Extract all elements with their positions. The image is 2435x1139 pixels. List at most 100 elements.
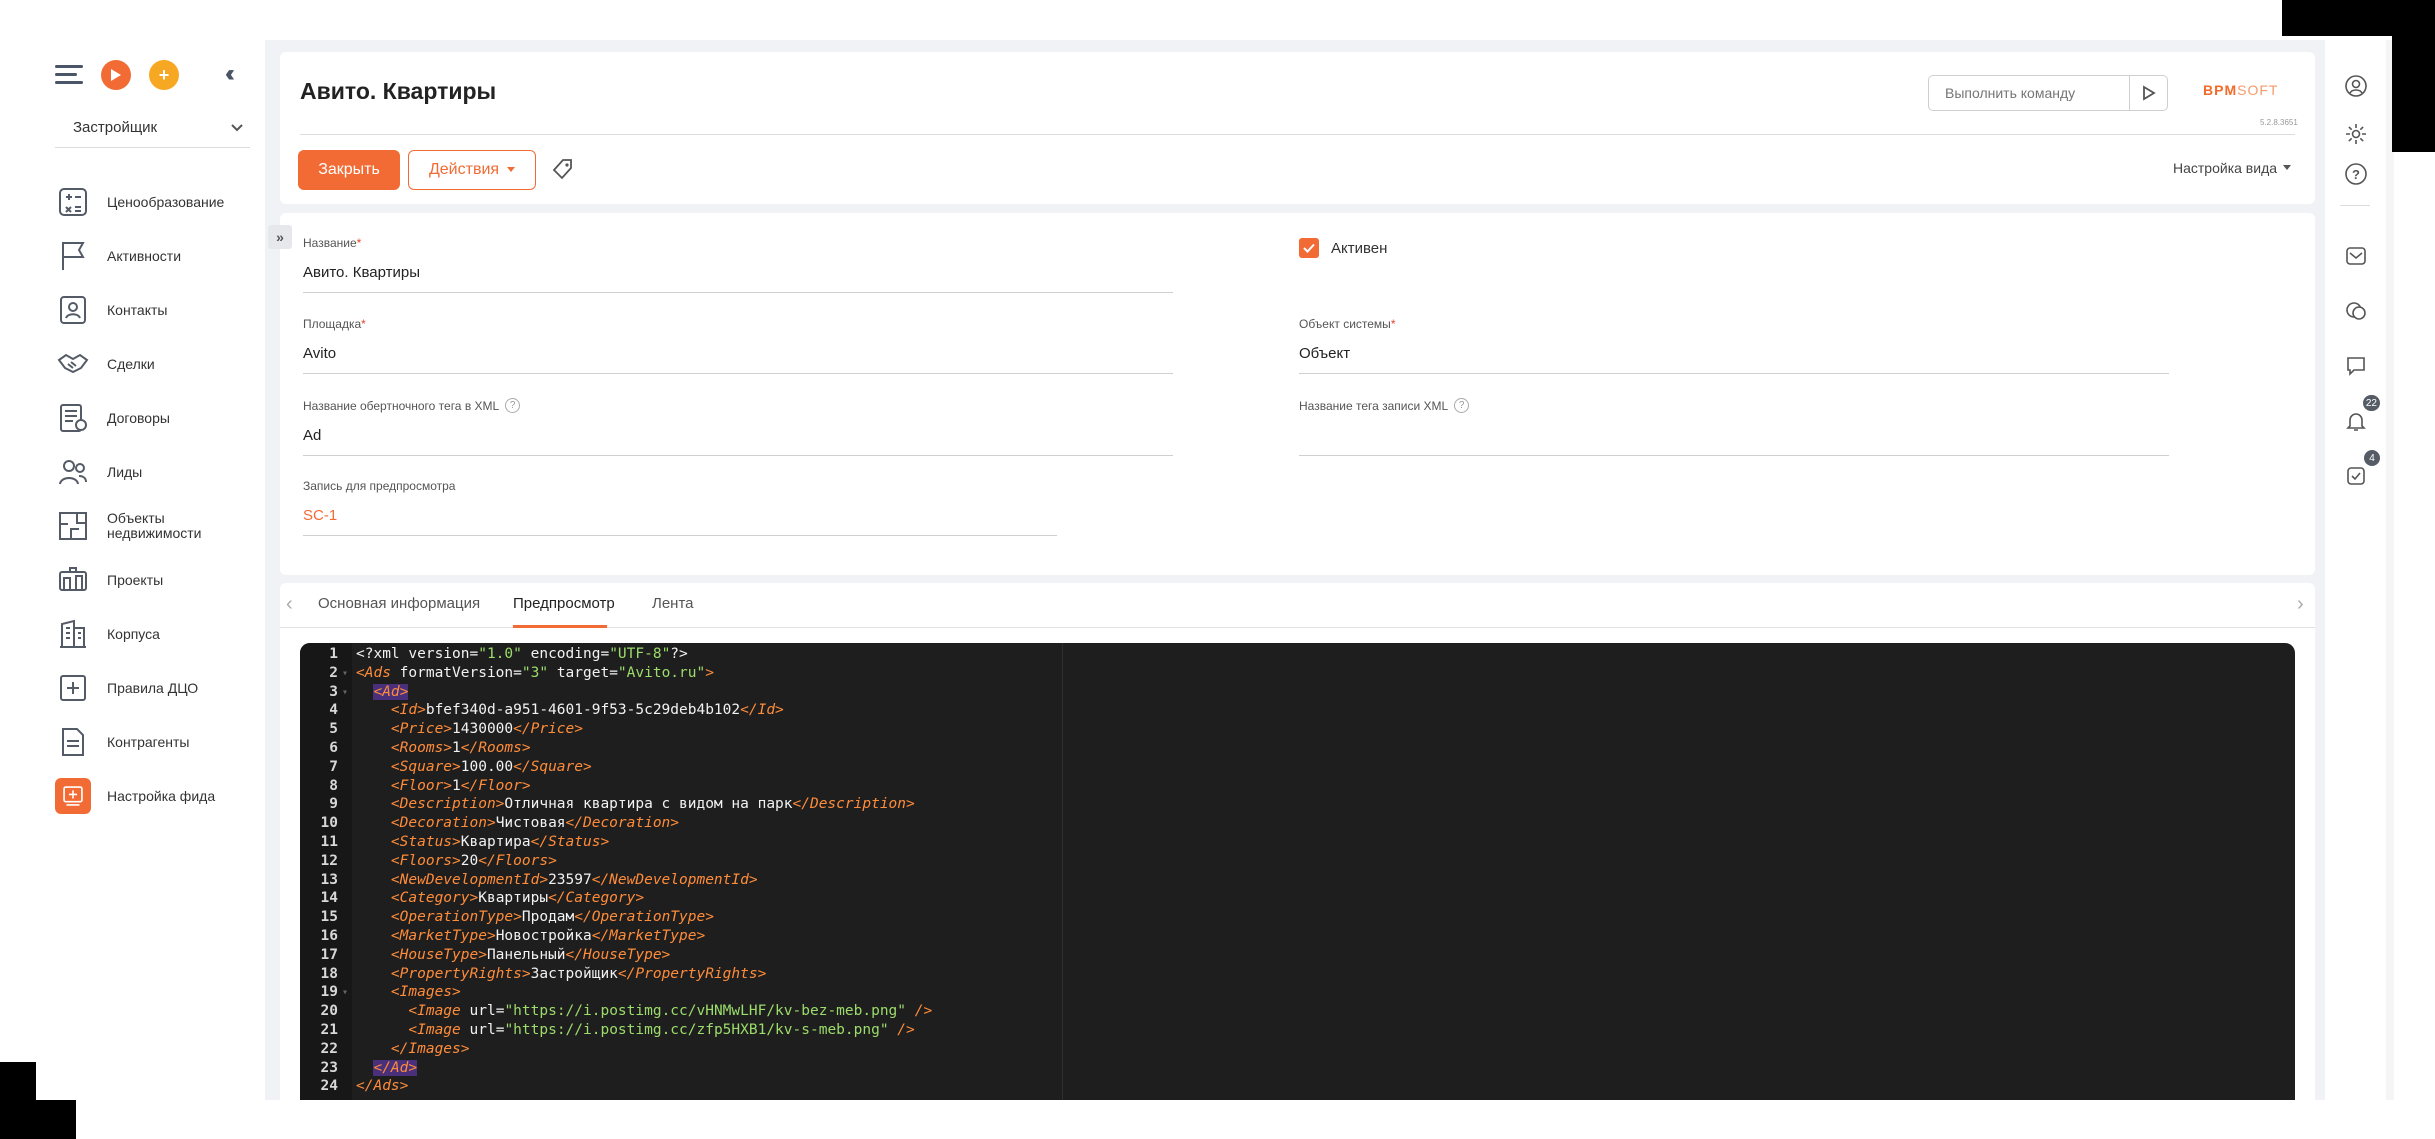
calculator-icon <box>55 184 91 220</box>
rules-icon <box>55 670 91 706</box>
code-line: 9 <Description>Отличная квартира с видом… <box>300 795 2295 814</box>
sidebar-item-projects[interactable]: Проекты <box>55 553 265 607</box>
actions-button[interactable]: Действия <box>408 150 536 190</box>
page-scrollbar[interactable] <box>2386 40 2394 1100</box>
view-settings-button[interactable]: Настройка вида <box>2173 160 2292 176</box>
tasks-icon[interactable]: 4 <box>2340 450 2380 492</box>
code-line: 18 <PropertyRights>Застройщик</PropertyR… <box>300 965 2295 984</box>
code-text: </Images> <box>390 1040 470 1057</box>
expand-panel-icon[interactable]: » <box>268 225 292 249</box>
line-number: 6 <box>329 740 338 756</box>
section-select[interactable]: Застройщик <box>55 108 250 148</box>
preview-record-field[interactable]: Запись для предпросмотра SC-1 <box>303 479 1057 536</box>
xml-preview-editor[interactable]: 1 <?xml version="1.0" encoding="UTF-8"?> 2… <box>300 643 2295 1100</box>
fold-arrow-icon[interactable]: ▾ <box>342 983 348 1002</box>
bell-icon[interactable]: 22 <box>2340 395 2380 437</box>
run-command-button[interactable] <box>2129 76 2167 110</box>
line-number: 12 <box>320 852 338 869</box>
name-field[interactable]: Название * Авито. Квартиры <box>303 236 1173 293</box>
page-title: Авито. Квартиры <box>300 78 497 104</box>
code-line: 17 <HouseType>Панельный</HouseType> <box>300 946 2295 965</box>
profile-icon[interactable] <box>2340 70 2372 102</box>
record-tag-label: Название тега записи XML <box>1299 398 1449 413</box>
app-window: + ‹‹ Застройщик Ценообразование Активнос… <box>0 0 2435 1139</box>
add-icon[interactable]: + <box>149 60 179 90</box>
sidebar-item-label: Настройка фида <box>107 787 216 804</box>
sidebar-item-contracts[interactable]: Договоры <box>55 391 265 445</box>
sidebar-item-label: Сделки <box>107 355 155 372</box>
code-text: <Status>Квартира</Status> <box>390 834 610 850</box>
code-text: <Decoration>Чистовая</Decoration> <box>390 815 680 832</box>
active-label: Активен <box>1331 239 1388 257</box>
version-label: 5.2.8.3651 <box>2260 118 2298 127</box>
code-text: <Description>Отличная квартира с видом н… <box>390 796 915 813</box>
chat-bubbles-icon[interactable] <box>2340 295 2372 327</box>
system-object-field[interactable]: Объект системы * Объект <box>1299 317 2169 374</box>
wrapper-tag-value: Ad <box>303 427 322 444</box>
tasks-badge: 4 <box>2364 450 2380 466</box>
close-button[interactable]: Закрыть <box>298 150 400 190</box>
platform-value: Avito <box>303 345 337 362</box>
sidebar-item-label: Договоры <box>107 409 170 426</box>
code-line: 8 <Floor>1</Floor> <box>300 777 2295 796</box>
checkmark-icon <box>1299 238 1319 258</box>
tab-feed[interactable]: Лента <box>652 595 694 612</box>
feed-settings-icon <box>55 778 91 814</box>
sidebar-item-buildings[interactable]: Корпуса <box>55 607 265 661</box>
fold-arrow-icon[interactable]: ▾ <box>342 683 348 702</box>
sidebar-item-pricing[interactable]: Ценообразование <box>55 175 265 229</box>
code-text: <Floor>1</Floor> <box>390 777 531 794</box>
tag-icon[interactable] <box>552 158 574 180</box>
code-line: 13 <NewDevelopmentId>23597</NewDevelopme… <box>300 871 2295 890</box>
line-number: 2 <box>329 664 338 681</box>
code-text: </Ad> <box>373 1059 418 1076</box>
code-line: 22 </Images> <box>300 1040 2295 1059</box>
code-text: <Id>bfef340d-a951-4601-9f53-5c29deb4b102… <box>390 702 784 719</box>
command-input[interactable] <box>1929 76 2129 110</box>
active-checkbox[interactable]: Активен <box>1299 238 1387 258</box>
sidebar-item-dco-rules[interactable]: Правила ДЦО <box>55 661 265 715</box>
platform-field[interactable]: Площадка * Avito <box>303 317 1173 374</box>
record-tag-field[interactable]: Название тега записи XML? <box>1299 398 2169 456</box>
view-settings-label: Настройка вида <box>2173 160 2278 176</box>
preview-record-link[interactable]: SC-1 <box>303 507 1057 527</box>
gear-icon[interactable] <box>2340 118 2372 150</box>
tab-preview[interactable]: Предпросмотр <box>513 595 615 612</box>
help-icon[interactable]: ? <box>1454 398 1470 413</box>
code-text: <Ad> <box>373 683 409 700</box>
code-line: 24 </Ads> <box>300 1077 2295 1096</box>
sidebar-item-feed-settings[interactable]: Настройка фида <box>55 769 265 823</box>
platform-label: Площадка <box>303 317 362 331</box>
floorplan-icon <box>55 508 91 544</box>
sidebar-item-deals[interactable]: Сделки <box>55 337 265 391</box>
code-line: 10 <Decoration>Чистовая</Decoration> <box>300 814 2295 833</box>
tab-main-info[interactable]: Основная информация <box>318 595 480 612</box>
code-line: 15 <OperationType>Продам</OperationType> <box>300 908 2295 927</box>
comment-icon[interactable] <box>2340 350 2372 382</box>
tabs-scroll-right-icon[interactable]: › <box>2297 593 2304 616</box>
sidebar-item-activities[interactable]: Активности <box>55 229 265 283</box>
code-text: <HouseType>Панельный</HouseType> <box>390 946 671 963</box>
system-object-label: Объект системы <box>1299 317 1391 331</box>
menu-burger-icon[interactable] <box>55 65 83 85</box>
mail-icon[interactable] <box>2340 240 2372 272</box>
sidebar-item-counterparties[interactable]: Контрагенты <box>55 715 265 769</box>
line-number: 22 <box>320 1040 338 1057</box>
sidebar-item-real-estate[interactable]: Объекты недвижимости <box>55 499 265 553</box>
tabs-panel: ‹ Основная информация Предпросмотр Лента… <box>280 583 2315 1100</box>
help-circle-icon[interactable]: ? <box>2340 158 2372 190</box>
collapse-sidebar-icon[interactable]: ‹‹ <box>225 60 235 88</box>
sidebar-item-label: Ценообразование <box>107 193 225 210</box>
code-text: <PropertyRights>Застройщик</PropertyRigh… <box>390 965 767 982</box>
sidebar-item-leads[interactable]: Лиды <box>55 445 265 499</box>
play-process-icon[interactable] <box>101 60 131 90</box>
sidebar-item-contacts[interactable]: Контакты <box>55 283 265 337</box>
code-line: 4 <Id>bfef340d-a951-4601-9f53-5c29deb4b1… <box>300 701 2295 720</box>
help-icon[interactable]: ? <box>505 398 521 413</box>
fold-arrow-icon[interactable]: ▾ <box>342 664 348 683</box>
leads-icon <box>55 454 91 490</box>
tabs-scroll-left-icon[interactable]: ‹ <box>286 593 293 616</box>
active-tab-indicator <box>513 625 607 628</box>
wrapper-tag-field[interactable]: Название обертночного тега в XML? Ad <box>303 398 1173 456</box>
sidebar-item-label: Контрагенты <box>107 733 190 750</box>
